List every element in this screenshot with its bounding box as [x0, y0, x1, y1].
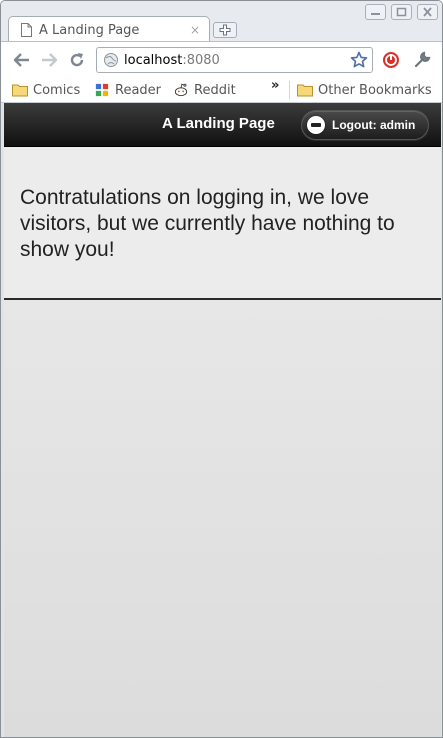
wrench-icon[interactable] — [413, 51, 431, 69]
other-bookmarks-folder[interactable]: Other Bookmarks — [297, 81, 432, 99]
browser-toolbar: localhost:8080 — [1, 41, 442, 77]
bookmarks-overflow-chevron[interactable]: » — [271, 78, 279, 93]
stop-extension-icon[interactable] — [382, 51, 400, 69]
close-window-button[interactable] — [417, 4, 438, 20]
folder-icon — [12, 84, 28, 97]
bookmarks-bar: Comics Reader Reddit » Other Bookmarks — [1, 77, 442, 103]
address-host: localhost — [124, 52, 183, 68]
other-bookmarks-label: Other Bookmarks — [318, 82, 432, 98]
minus-circle-icon — [307, 116, 325, 134]
back-button[interactable] — [12, 50, 32, 70]
bookmark-reddit[interactable]: Reddit — [173, 81, 236, 99]
bookmark-label: Reader — [115, 82, 162, 98]
bookmark-comics[interactable]: Comics — [12, 81, 80, 99]
tab-title: A Landing Page — [39, 22, 140, 38]
reload-button[interactable] — [67, 50, 87, 70]
restore-icon — [396, 7, 407, 17]
tab-strip: A Landing Page × — [1, 1, 442, 42]
reload-icon — [70, 53, 84, 67]
page-viewport: A Landing Page Logout: admin Contratulat… — [4, 103, 441, 737]
bookmark-reader[interactable]: Reader — [94, 81, 161, 99]
back-arrow-icon — [13, 53, 29, 67]
page-icon — [21, 23, 32, 37]
bookmark-label: Reddit — [194, 82, 236, 98]
folder-icon — [297, 84, 313, 97]
browser-window: A Landing Page × localhost:8080 Comics … — [0, 0, 443, 738]
tab-active[interactable]: A Landing Page × — [8, 16, 210, 42]
plus-icon — [219, 24, 231, 36]
tab-close-icon[interactable]: × — [189, 23, 201, 37]
new-tab-button[interactable] — [213, 22, 237, 38]
bookmark-star-icon[interactable] — [350, 51, 368, 69]
forward-button[interactable] — [39, 50, 59, 70]
address-bar[interactable]: localhost:8080 — [96, 47, 373, 73]
globe-icon — [104, 53, 118, 67]
forward-arrow-icon — [42, 53, 58, 67]
bookmark-label: Comics — [33, 82, 81, 98]
logout-label: Logout: admin — [332, 118, 416, 132]
bookmarks-separator — [289, 81, 290, 99]
google-reader-icon — [95, 83, 109, 97]
minimize-icon — [371, 13, 380, 15]
minimize-button[interactable] — [365, 4, 386, 20]
welcome-message: Contratulations on logging in, we love v… — [20, 186, 395, 261]
restore-button[interactable] — [391, 4, 412, 20]
reddit-icon — [174, 83, 188, 97]
content-block: Contratulations on logging in, we love v… — [4, 147, 441, 299]
address-port: :8080 — [182, 52, 220, 68]
page-title: A Landing Page — [162, 115, 275, 132]
close-icon — [423, 7, 432, 17]
content-divider — [4, 298, 441, 300]
logout-button[interactable]: Logout: admin — [301, 110, 429, 140]
page-header: A Landing Page Logout: admin — [4, 103, 441, 147]
